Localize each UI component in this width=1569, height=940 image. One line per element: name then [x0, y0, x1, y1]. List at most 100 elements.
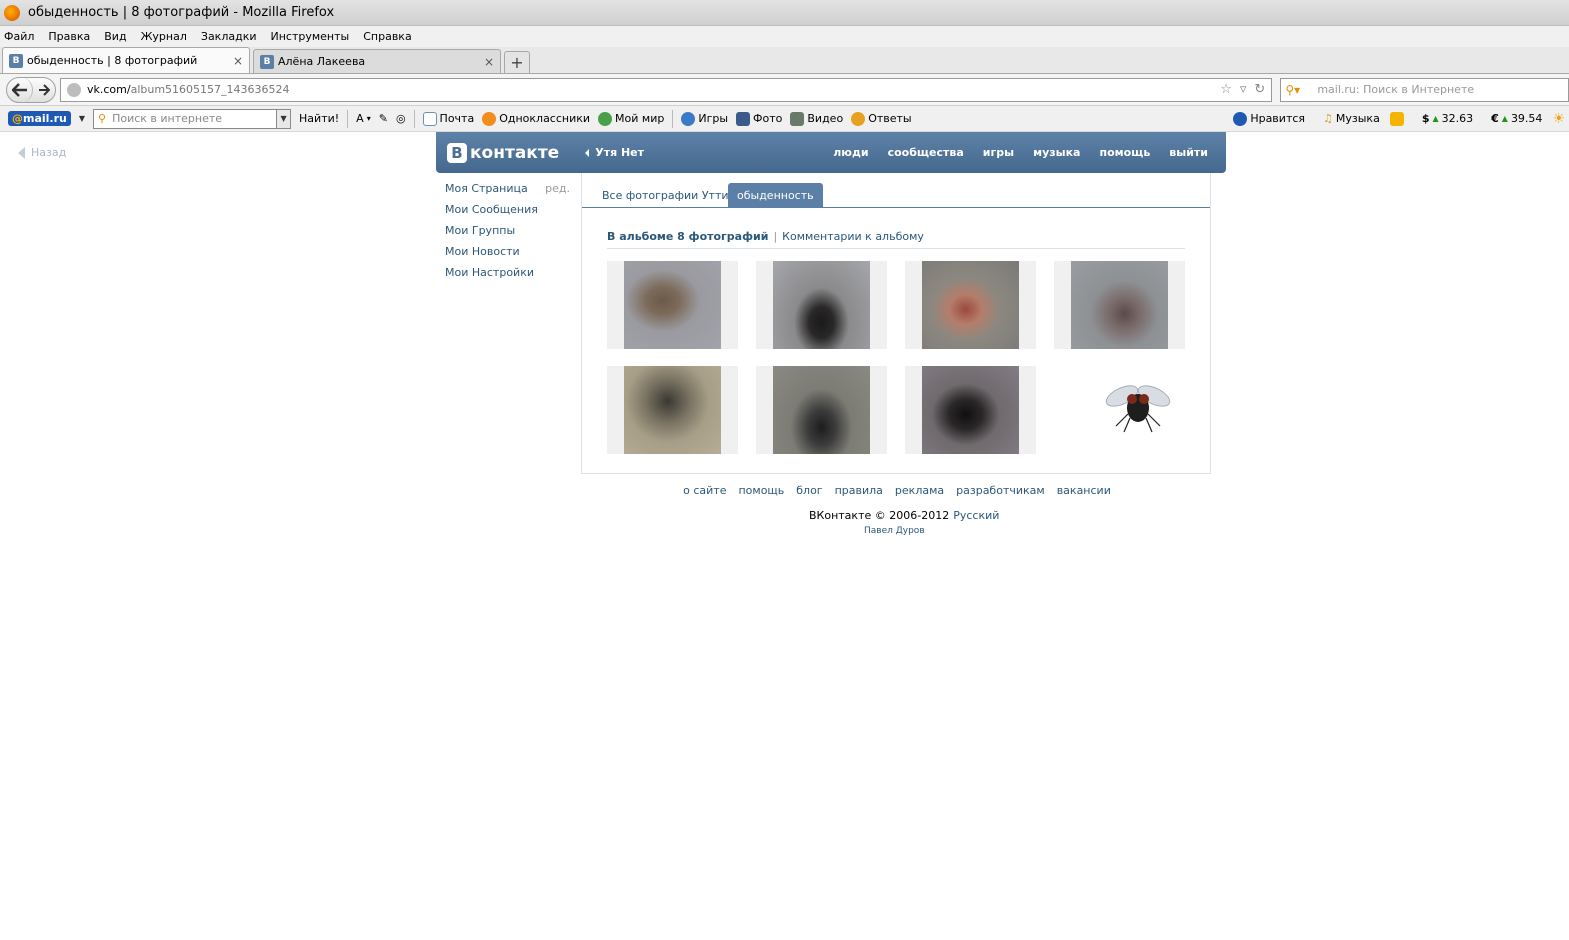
- close-tab-icon[interactable]: ×: [484, 55, 494, 69]
- language-link[interactable]: Русский: [953, 509, 999, 522]
- nav-people[interactable]: люди: [833, 146, 868, 159]
- menu-item-groups[interactable]: Мои Группы: [445, 224, 570, 245]
- notification-icon[interactable]: [1389, 111, 1404, 126]
- forward-button[interactable]: [33, 78, 55, 102]
- mailru-logo[interactable]: @mail.ru: [8, 111, 71, 126]
- photo-image: [922, 366, 1019, 454]
- menu-edit[interactable]: Правка: [48, 30, 90, 43]
- album-comments-link[interactable]: Комментарии к альбому: [782, 230, 924, 248]
- menu-item-settings[interactable]: Мои Настройки: [445, 266, 570, 287]
- menu-bookmarks[interactable]: Закладки: [201, 30, 257, 43]
- footer-links: о сайте помощь блог правила реклама разр…: [0, 484, 1569, 497]
- history-dropdown-icon[interactable]: ▿: [1240, 82, 1247, 97]
- footer-blog[interactable]: блог: [796, 484, 822, 497]
- vk-logo[interactable]: Вконтакте: [447, 142, 559, 163]
- menu-bar: Файл Правка Вид Журнал Закладки Инструме…: [0, 26, 1569, 47]
- tab-album[interactable]: В обыденность | 8 фотографий ×: [2, 47, 250, 73]
- search-input[interactable]: ⚲▾ mail.ru: Поиск в Интернете: [1280, 77, 1569, 102]
- page-content: Назад Вконтакте Утя Нет люди сообщества …: [0, 132, 1569, 940]
- font-size-icon[interactable]: A ▾: [356, 112, 371, 125]
- url-bar[interactable]: vk.com/ album51605157_143636524 ☆ ▿ ↻: [60, 77, 1273, 102]
- photo-thumbnail[interactable]: [905, 261, 1036, 349]
- games-link[interactable]: Игры: [681, 111, 728, 126]
- footer-about[interactable]: о сайте: [683, 484, 726, 497]
- find-button[interactable]: Найти!: [299, 112, 339, 125]
- odnoklassniki-link[interactable]: Одноклассники: [482, 111, 590, 126]
- tab-bar: В обыденность | 8 фотографий × В Алёна Л…: [0, 47, 1569, 74]
- edit-link[interactable]: ред.: [545, 182, 570, 203]
- menu-item-my-page: Моя Страница ред.: [445, 182, 570, 203]
- search-engine-icon[interactable]: ⚲▾: [1285, 83, 1303, 97]
- search-icon: ⚲: [98, 112, 107, 125]
- menu-tools[interactable]: Инструменты: [271, 30, 350, 43]
- arrow-up-icon: ▲: [1501, 114, 1508, 123]
- footer-developers[interactable]: разработчикам: [956, 484, 1045, 497]
- eur-rate[interactable]: € ▲ 39.54: [1491, 112, 1542, 125]
- photo-thumbnail[interactable]: [905, 366, 1036, 454]
- chevron-down-icon[interactable]: ▼: [79, 114, 85, 123]
- tab-album-active[interactable]: обыденность: [728, 183, 823, 208]
- answers-link[interactable]: Ответы: [851, 111, 912, 126]
- photo-image: [922, 261, 1019, 349]
- photo-thumbnail[interactable]: [1054, 261, 1185, 349]
- photo-thumbnail[interactable]: [607, 366, 738, 454]
- arrow-left-icon: [18, 146, 25, 159]
- tab-profile[interactable]: В Алёна Лакеева ×: [253, 49, 501, 73]
- footer-ads[interactable]: реклама: [895, 484, 944, 497]
- menu-help[interactable]: Справка: [363, 30, 411, 43]
- moi-mir-link[interactable]: Мой мир: [598, 111, 664, 126]
- menu-history[interactable]: Журнал: [141, 30, 187, 43]
- menu-view[interactable]: Вид: [104, 30, 126, 43]
- photo-thumbnail[interactable]: [1054, 366, 1185, 454]
- mailru-search-placeholder: Поиск в интернете: [112, 112, 223, 125]
- vk-user-link[interactable]: Утя Нет: [585, 146, 644, 159]
- back-link[interactable]: Назад: [18, 146, 66, 159]
- nav-games[interactable]: игры: [983, 146, 1014, 159]
- back-button[interactable]: [7, 76, 33, 103]
- divider: [413, 109, 415, 128]
- nav-logout[interactable]: выйти: [1169, 146, 1208, 159]
- mailru-search-input[interactable]: ⚲ Поиск в интернете ▼: [93, 108, 292, 129]
- odnoklassniki-icon: [482, 111, 497, 126]
- footer-rules[interactable]: правила: [835, 484, 883, 497]
- video-link[interactable]: Видео: [790, 111, 843, 126]
- footer-help[interactable]: помощь: [738, 484, 784, 497]
- mail-link[interactable]: Почта: [422, 111, 474, 126]
- weather-sun-icon[interactable]: ☀: [1552, 111, 1565, 127]
- album-summary: В альбоме 8 фотографий | Комментарии к а…: [607, 230, 1185, 249]
- author-link[interactable]: Павел Дуров: [864, 526, 925, 536]
- like-button[interactable]: Нравится: [1233, 111, 1305, 126]
- footer-jobs[interactable]: вакансии: [1057, 484, 1111, 497]
- new-tab-button[interactable]: +: [504, 51, 530, 73]
- photo-thumbnail[interactable]: [756, 261, 887, 349]
- close-tab-icon[interactable]: ×: [233, 54, 243, 68]
- screenshot-icon[interactable]: ◎: [396, 112, 406, 125]
- nav-help[interactable]: помощь: [1099, 146, 1150, 159]
- tab-label: Алёна Лакеева: [278, 55, 366, 68]
- url-actions: ☆ ▿ ↻: [1220, 82, 1271, 97]
- album-tabs: Все фотографии Утти обыденность: [582, 183, 1210, 208]
- chevron-down-icon[interactable]: ▼: [276, 109, 291, 128]
- usd-rate[interactable]: $ ▲ 32.63: [1422, 112, 1473, 125]
- vk-header: Вконтакте Утя Нет люди сообщества игры м…: [436, 132, 1226, 173]
- music-button[interactable]: ♫ Музыка: [1323, 112, 1380, 125]
- back-label: Назад: [31, 146, 67, 159]
- photo-thumbnail[interactable]: [607, 261, 738, 349]
- tab-all-photos[interactable]: Все фотографии Утти: [593, 183, 738, 208]
- left-menu: Моя Страница ред. Мои Сообщения Мои Груп…: [445, 182, 570, 287]
- photo-thumbnail[interactable]: [756, 366, 887, 454]
- url-path: album51605157_143636524: [130, 83, 290, 96]
- reload-icon[interactable]: ↻: [1254, 82, 1265, 97]
- menu-file[interactable]: Файл: [4, 30, 34, 43]
- menu-item-news[interactable]: Мои Новости: [445, 245, 570, 266]
- nav-music[interactable]: музыка: [1033, 146, 1080, 159]
- site-identity-icon[interactable]: [67, 82, 81, 97]
- tab-label: обыденность | 8 фотографий: [27, 54, 198, 67]
- bookmark-star-icon[interactable]: ☆: [1220, 82, 1232, 97]
- menu-item-messages[interactable]: Мои Сообщения: [445, 203, 570, 224]
- highlight-icon[interactable]: ✎: [379, 112, 388, 125]
- photo-link[interactable]: Фото: [736, 111, 782, 126]
- photo-image: [773, 261, 870, 349]
- nav-communities[interactable]: сообщества: [888, 146, 964, 159]
- url-host: vk.com/: [87, 83, 131, 96]
